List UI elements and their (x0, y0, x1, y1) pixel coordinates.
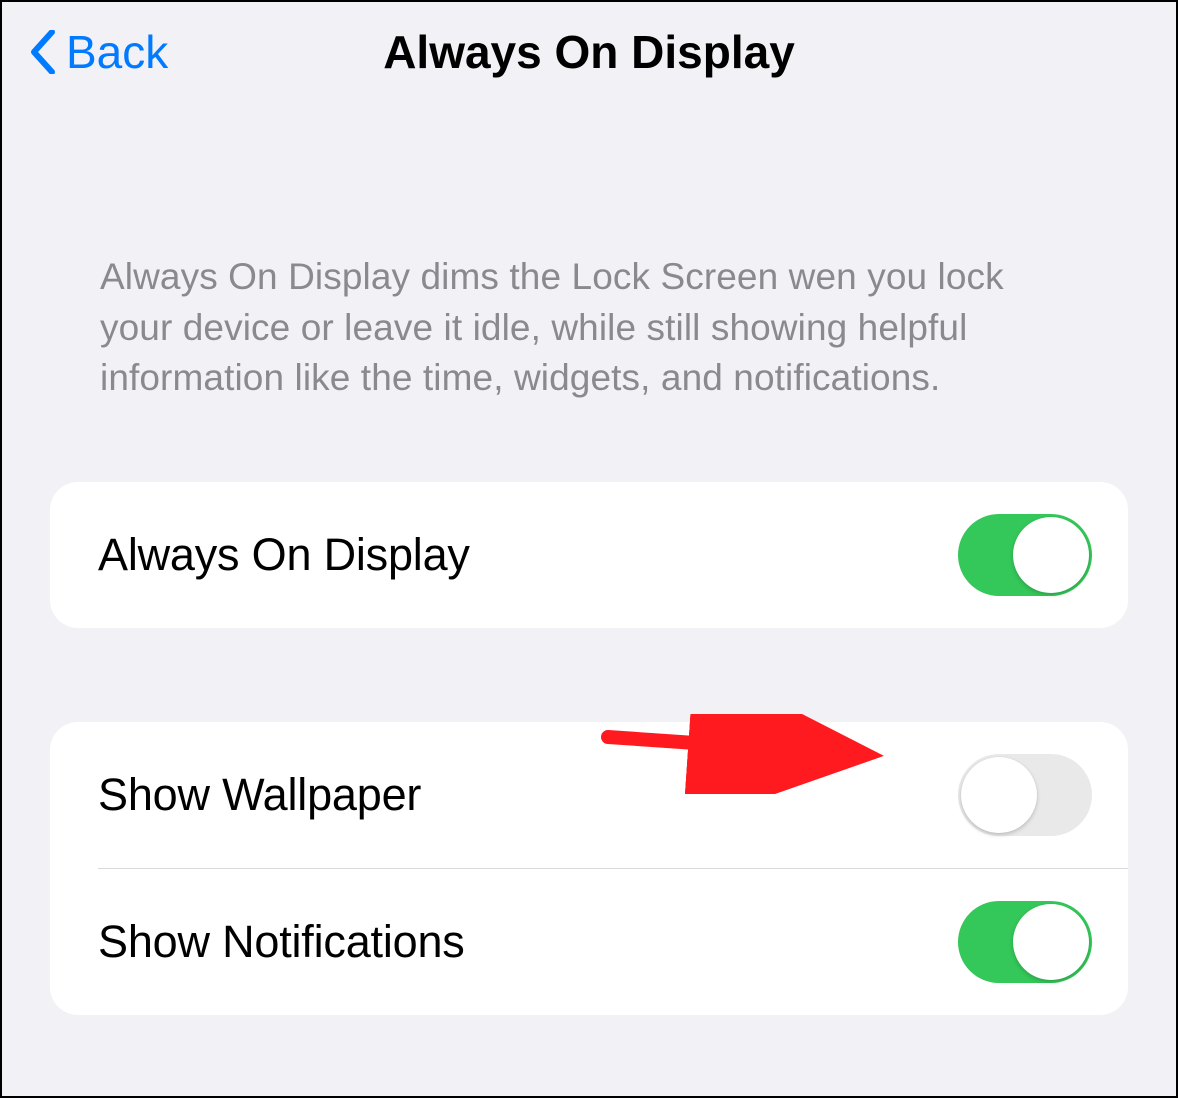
row-show-wallpaper[interactable]: Show Wallpaper (50, 722, 1128, 868)
navbar: Back Always On Display (2, 2, 1176, 102)
row-always-on-display[interactable]: Always On Display (50, 482, 1128, 628)
settings-group-options: Show Wallpaper Show Notifications (50, 722, 1128, 1015)
back-button[interactable]: Back (30, 25, 168, 79)
back-label: Back (66, 25, 168, 79)
row-show-notifications[interactable]: Show Notifications (50, 869, 1128, 1015)
toggle-knob (1013, 517, 1089, 593)
feature-description: Always On Display dims the Lock Screen w… (2, 102, 1176, 404)
chevron-left-icon (30, 30, 56, 74)
settings-screen: Back Always On Display Always On Display… (0, 0, 1178, 1098)
toggle-knob (961, 757, 1037, 833)
row-label: Show Notifications (98, 916, 465, 968)
toggle-knob (1013, 904, 1089, 980)
page-title: Always On Display (383, 25, 795, 79)
row-label: Show Wallpaper (98, 769, 421, 821)
show-notifications-toggle[interactable] (958, 901, 1092, 983)
always-on-display-toggle[interactable] (958, 514, 1092, 596)
settings-group-main: Always On Display (50, 482, 1128, 628)
show-wallpaper-toggle[interactable] (958, 754, 1092, 836)
row-label: Always On Display (98, 529, 470, 581)
